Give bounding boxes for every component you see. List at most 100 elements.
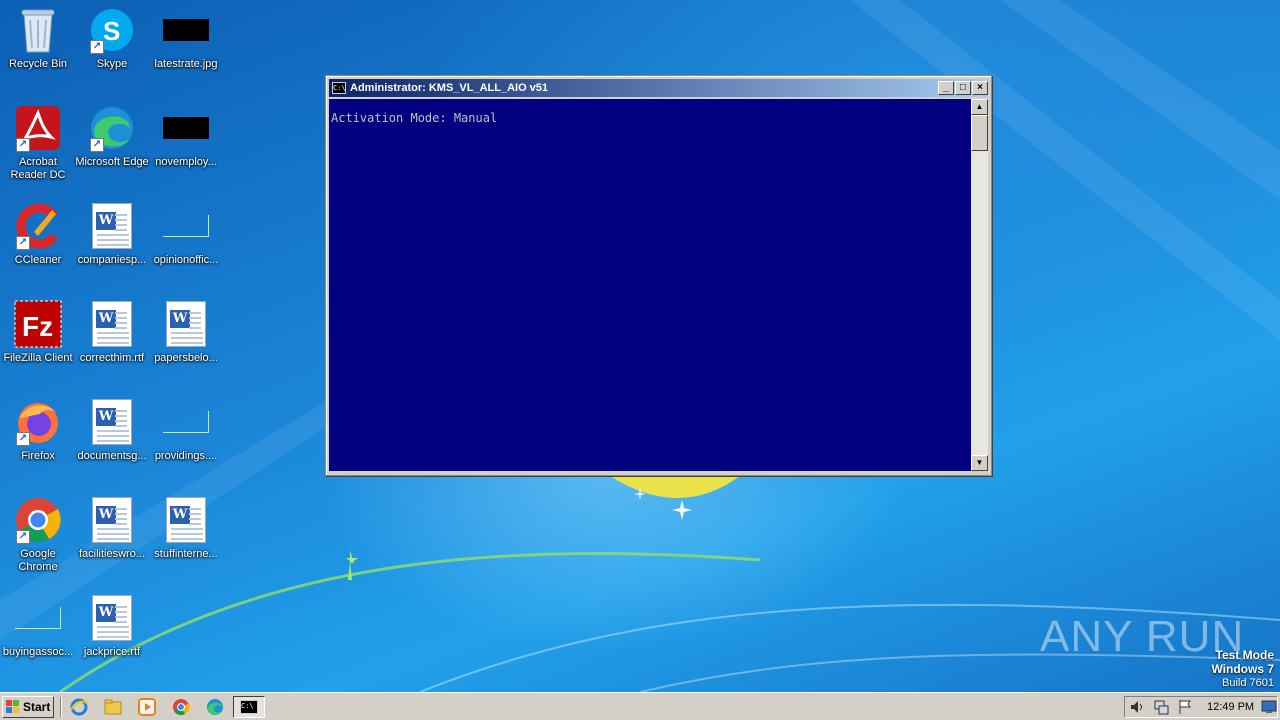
- desktop-icon-label: Skype: [96, 58, 128, 70]
- network-icon[interactable]: [1151, 697, 1171, 717]
- desktop-icon-label: opinionoffic...: [153, 254, 219, 266]
- desktop-icon-label: documentsg...: [77, 450, 147, 462]
- test-mode-watermark: Test Mode Windows 7 Build 7601: [1211, 648, 1274, 690]
- scroll-thumb[interactable]: [971, 115, 988, 151]
- skype-icon: S ↗: [88, 6, 136, 54]
- image-file-icon: [162, 104, 210, 152]
- desktop-icon-label: Microsoft Edge: [75, 156, 149, 168]
- internet-explorer-icon[interactable]: [69, 697, 89, 717]
- desktop-icon-papersbelo[interactable]: W papersbelo...: [148, 294, 224, 386]
- desktop-icon-providings[interactable]: providings....: [148, 392, 224, 484]
- build-label: Build 7601: [1222, 677, 1274, 689]
- desktop-icon-label: providings....: [154, 450, 218, 462]
- desktop-icon-acrobat[interactable]: ↗ Acrobat Reader DC: [0, 98, 76, 190]
- desktop-icon-label: jackprice.rtf: [83, 646, 141, 658]
- console-window[interactable]: C:\ Administrator: KMS_VL_ALL_AIO v51 _ …: [325, 75, 992, 476]
- shortcut-arrow-icon: ↗: [90, 40, 104, 54]
- acrobat-icon: ↗: [14, 104, 62, 152]
- close-button[interactable]: ×: [972, 81, 988, 95]
- desktop-icon-stuffinterne[interactable]: W stuffinterne...: [148, 490, 224, 582]
- file-explorer-icon[interactable]: [103, 697, 123, 717]
- desktop-icon-recycle-bin[interactable]: Recycle Bin: [0, 0, 76, 92]
- desktop-icon-label: facilitieswro...: [78, 548, 146, 560]
- cmd-icon: C:\: [332, 82, 346, 94]
- taskbar: Start C:\ 12:49 PM: [0, 692, 1280, 720]
- desktop-icon-label: CCleaner: [14, 254, 62, 266]
- desktop-icon-jackprice[interactable]: W jackprice.rtf: [74, 588, 150, 680]
- desktop-icon-label: Recycle Bin: [8, 58, 68, 70]
- filezilla-icon: Fz: [14, 300, 62, 348]
- desktop-icon-chrome[interactable]: ↗ Google Chrome: [0, 490, 76, 582]
- blank-file-icon: [162, 398, 210, 446]
- desktop-icon-buyingassoc[interactable]: buyingassoc...: [0, 588, 76, 680]
- desktop-icon-documentsg[interactable]: W documentsg...: [74, 392, 150, 484]
- windows-logo-icon: [6, 700, 20, 714]
- desktop-icon-edge[interactable]: ↗ Microsoft Edge: [74, 98, 150, 190]
- media-player-icon[interactable]: [137, 697, 157, 717]
- word-doc-icon: W: [162, 300, 210, 348]
- desktop-icon-label: Google Chrome: [18, 548, 58, 573]
- os-label: Windows 7: [1211, 662, 1274, 676]
- cmd-icon: C:\: [240, 700, 258, 714]
- taskbar-console-button[interactable]: C:\: [233, 696, 265, 718]
- shortcut-arrow-icon: ↗: [16, 530, 30, 544]
- desktop-icon-label: novemploy...: [155, 156, 217, 168]
- shortcut-arrow-icon: ↗: [90, 138, 104, 152]
- action-center-flag-icon[interactable]: [1175, 697, 1195, 717]
- show-desktop-icon[interactable]: [1259, 697, 1279, 717]
- word-doc-icon: W: [88, 300, 136, 348]
- start-button[interactable]: Start: [2, 696, 54, 718]
- desktop-icon-label: buyingassoc...: [2, 646, 74, 658]
- desktop-icon-firefox[interactable]: ↗ Firefox: [0, 392, 76, 484]
- desktop-icon-label: correcthim.rtf: [79, 352, 145, 364]
- edge-icon: ↗: [88, 104, 136, 152]
- console-title-bar[interactable]: C:\ Administrator: KMS_VL_ALL_AIO v51 _ …: [329, 79, 988, 97]
- desktop-icon-opinionoffic[interactable]: opinionoffic...: [148, 196, 224, 288]
- console-output-area[interactable]: Activation Mode: Manual: [329, 99, 971, 471]
- desktop-icon-label: FileZilla Client: [3, 352, 73, 364]
- vertical-scrollbar[interactable]: ▲ ▼: [971, 99, 988, 471]
- clock[interactable]: 12:49 PM: [1207, 701, 1254, 713]
- scroll-up-button[interactable]: ▲: [971, 99, 988, 115]
- desktop-icon-label: stuffinterne...: [154, 548, 218, 560]
- shortcut-arrow-icon: ↗: [16, 138, 30, 152]
- chrome-icon[interactable]: [171, 697, 191, 717]
- ccleaner-icon: ↗: [14, 202, 62, 250]
- word-doc-icon: W: [88, 594, 136, 642]
- desktop-icon-latestrate[interactable]: latestrate.jpg: [148, 0, 224, 92]
- taskbar-separator: [60, 697, 62, 717]
- desktop-icon-label: papersbelo...: [154, 352, 218, 364]
- minimize-button[interactable]: _: [938, 81, 954, 95]
- console-output-text: Activation Mode: Manual: [331, 111, 498, 125]
- desktop-icon-correcthim[interactable]: W correcthim.rtf: [74, 294, 150, 386]
- maximize-button[interactable]: □: [955, 81, 971, 95]
- svg-text:Fz: Fz: [22, 311, 53, 342]
- desktop-icon-novemploy[interactable]: novemploy...: [148, 98, 224, 190]
- volume-icon[interactable]: [1127, 697, 1147, 717]
- word-doc-icon: W: [88, 202, 136, 250]
- system-tray: 12:49 PM: [1124, 696, 1278, 718]
- desktop-icon-companiesp[interactable]: W companiesp...: [74, 196, 150, 288]
- scroll-down-button[interactable]: ▼: [971, 455, 988, 471]
- desktop-icon-ccleaner[interactable]: ↗ CCleaner: [0, 196, 76, 288]
- svg-text:S: S: [103, 16, 120, 46]
- word-doc-icon: W: [88, 496, 136, 544]
- start-label: Start: [23, 700, 51, 714]
- chrome-icon: ↗: [14, 496, 62, 544]
- edge-icon[interactable]: [205, 697, 225, 717]
- desktop-icon-label: Acrobat Reader DC: [10, 156, 66, 181]
- recycle-bin-icon: [14, 6, 62, 54]
- console-title: Administrator: KMS_VL_ALL_AIO v51: [350, 82, 549, 94]
- desktop-icon-facilitieswro[interactable]: W facilitieswro...: [74, 490, 150, 582]
- blank-file-icon: [14, 594, 62, 642]
- blank-file-icon: [162, 202, 210, 250]
- desktop-icon-filezilla[interactable]: Fz FileZilla Client: [0, 294, 76, 386]
- word-doc-icon: W: [88, 398, 136, 446]
- desktop-icon-skype[interactable]: S ↗ Skype: [74, 0, 150, 92]
- test-mode-label: Test Mode: [1215, 648, 1274, 662]
- desktop-icon-label: Firefox: [21, 450, 55, 462]
- shortcut-arrow-icon: ↗: [16, 432, 30, 446]
- image-file-icon: [162, 6, 210, 54]
- firefox-icon: ↗: [14, 398, 62, 446]
- shortcut-arrow-icon: ↗: [16, 236, 30, 250]
